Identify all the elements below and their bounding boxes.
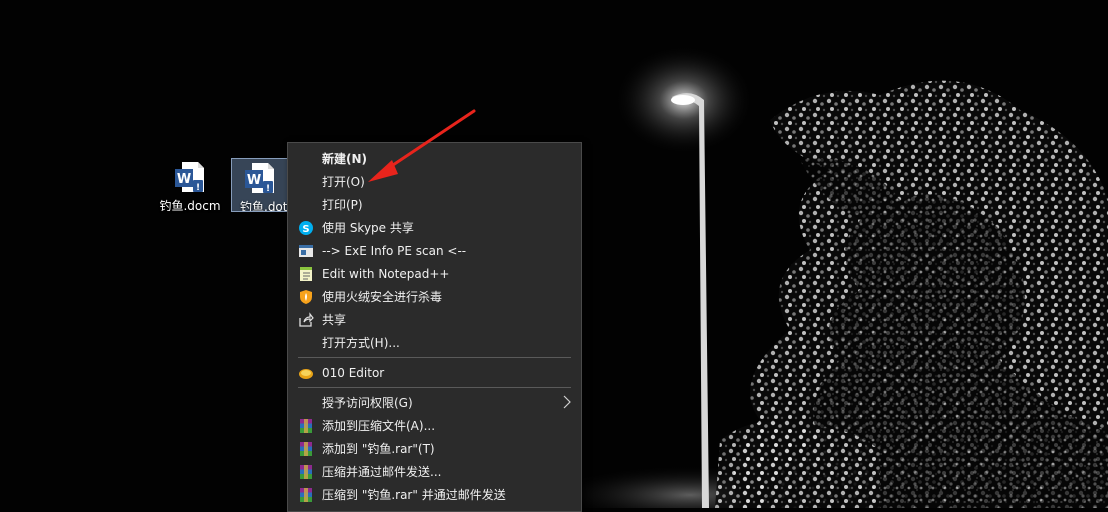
menu-item-grant-access[interactable]: 授予访问权限(G)	[288, 391, 581, 414]
menu-item-label: 授予访问权限(G)	[322, 396, 413, 410]
menu-item-label: 打开方式(H)...	[322, 336, 400, 350]
menu-item-open[interactable]: 打开(O)	[288, 170, 581, 193]
menu-item-add-to-archive[interactable]: 添加到压缩文件(A)...	[288, 414, 581, 437]
menu-item-label: 使用 Skype 共享	[322, 221, 414, 235]
menu-item-label: 新建(N)	[322, 152, 368, 166]
menu-item-label: 使用火绒安全进行杀毒	[322, 290, 443, 304]
menu-item-exeinfo-scan[interactable]: --> ExE Info PE scan <--	[288, 239, 581, 262]
notepadpp-icon	[298, 266, 314, 282]
huorong-shield-icon	[298, 289, 314, 305]
svg-text:W: W	[177, 172, 191, 187]
chevron-right-icon	[563, 395, 571, 412]
menu-item-notepadpp[interactable]: Edit with Notepad++	[288, 262, 581, 285]
menu-item-label: 010 Editor	[322, 365, 385, 380]
menu-separator	[298, 357, 571, 358]
svg-text:S: S	[302, 224, 309, 235]
winrar-icon	[298, 441, 314, 457]
desktop-file-dotm[interactable]: W ! 钓鱼.dotm	[231, 158, 289, 212]
menu-item-label: 压缩并通过邮件发送...	[322, 465, 442, 479]
menu-item-label: 打开(O)	[322, 175, 365, 189]
menu-item-label: --> ExE Info PE scan <--	[322, 243, 467, 258]
010-editor-icon	[298, 365, 314, 381]
menu-item-label: 压缩到 "钓鱼.rar" 并通过邮件发送	[322, 488, 506, 502]
menu-item-label: Edit with Notepad++	[322, 266, 450, 281]
word-macro-document-icon: W !	[174, 160, 206, 194]
menu-item-compress-to-rar-and-email[interactable]: 压缩到 "钓鱼.rar" 并通过邮件发送	[288, 483, 581, 506]
menu-separator	[298, 387, 571, 388]
menu-item-new[interactable]: 新建(N)	[288, 147, 581, 170]
svg-text:!: !	[196, 183, 200, 193]
svg-text:!: !	[266, 184, 270, 194]
menu-item-print[interactable]: 打印(P)	[288, 193, 581, 216]
menu-item-open-with[interactable]: 打开方式(H)...	[288, 331, 581, 354]
menu-item-add-to-rar[interactable]: 添加到 "钓鱼.rar"(T)	[288, 437, 581, 460]
exeinfo-icon	[298, 243, 314, 259]
desktop-file-label: 钓鱼.dotm	[240, 200, 288, 212]
menu-item-label: 添加到 "钓鱼.rar"(T)	[322, 442, 435, 456]
skype-icon: S	[298, 220, 314, 236]
menu-item-compress-and-email[interactable]: 压缩并通过邮件发送...	[288, 460, 581, 483]
share-icon	[298, 312, 314, 328]
menu-item-label: 添加到压缩文件(A)...	[322, 419, 436, 433]
menu-item-huorong-scan[interactable]: 使用火绒安全进行杀毒	[288, 285, 581, 308]
menu-item-label: 打印(P)	[322, 198, 363, 212]
svg-text:W: W	[247, 173, 261, 188]
menu-item-010-editor[interactable]: 010 Editor	[288, 361, 581, 384]
desktop-file-label: 钓鱼.docm	[159, 199, 221, 213]
context-menu: 新建(N) 打开(O) 打印(P) S 使用 Skype 共享 --> ExE …	[287, 142, 582, 512]
desktop-file-docm[interactable]: W ! 钓鱼.docm	[155, 158, 225, 213]
winrar-icon	[298, 418, 314, 434]
menu-item-label: 共享	[322, 313, 347, 327]
winrar-icon	[298, 487, 314, 503]
winrar-icon	[298, 464, 314, 480]
word-macro-template-icon: W !	[244, 161, 276, 195]
menu-item-skype-share[interactable]: S 使用 Skype 共享	[288, 216, 581, 239]
menu-item-share[interactable]: 共享	[288, 308, 581, 331]
